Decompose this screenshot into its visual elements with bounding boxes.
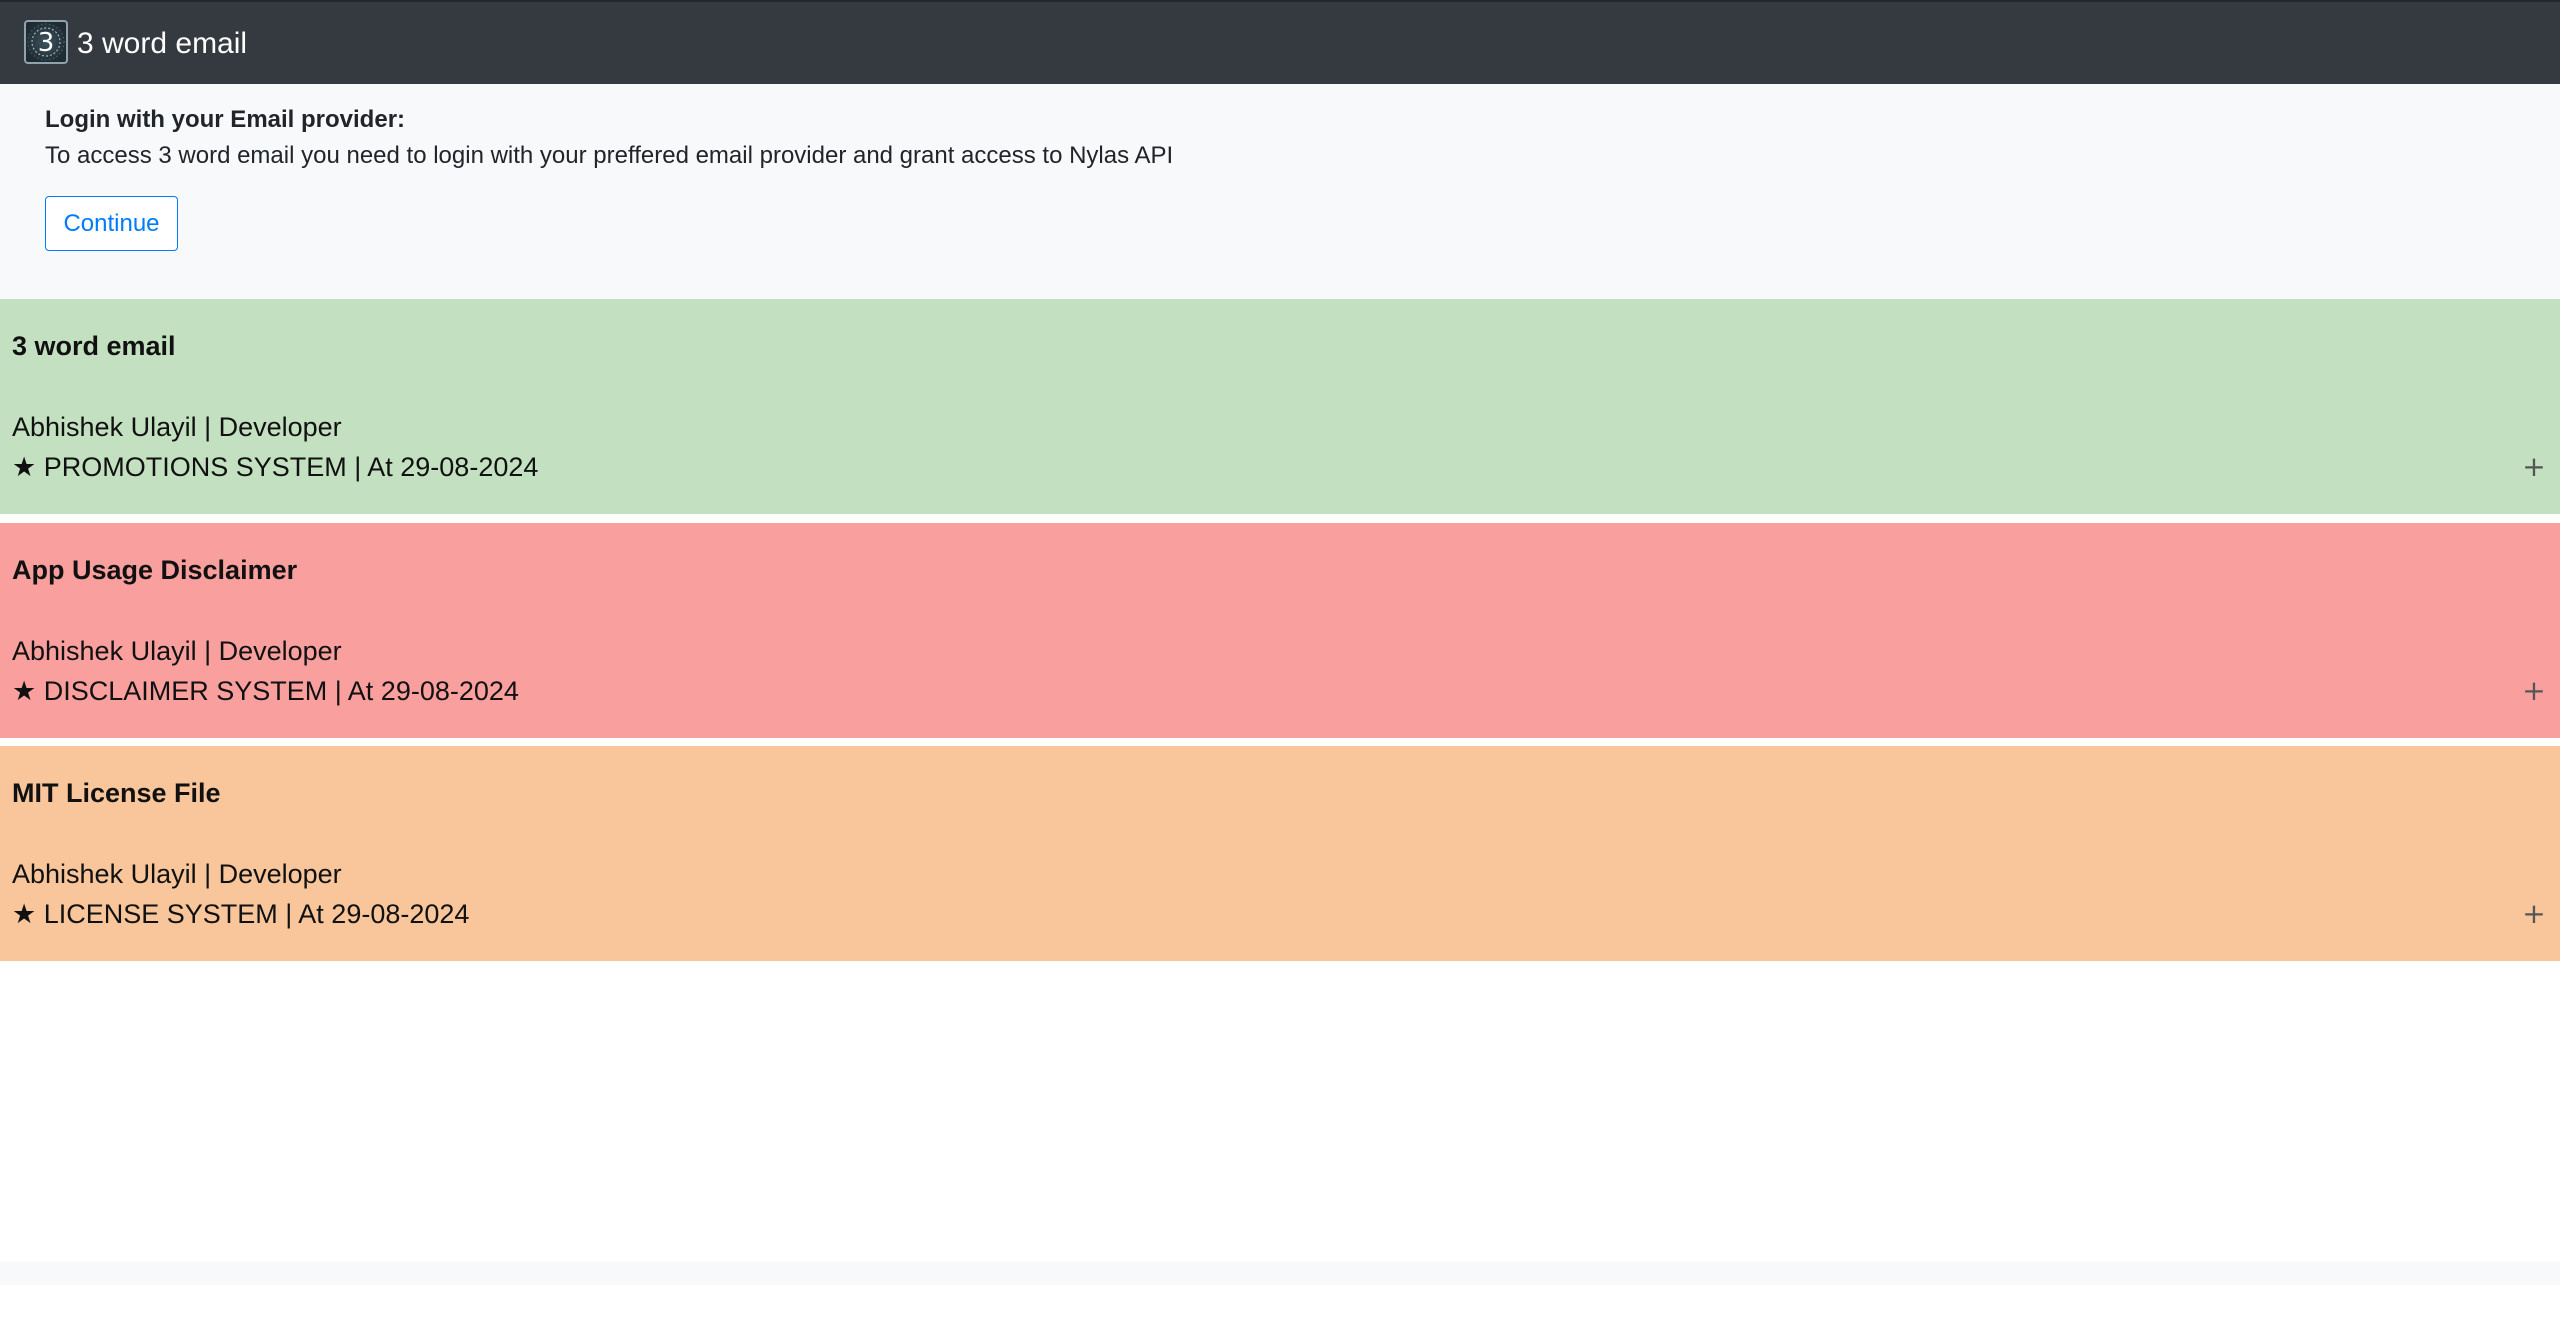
email-author: Abhishek Ulayil | Developer	[12, 859, 342, 889]
list-footer-strip	[0, 1262, 2560, 1285]
expand-plus-icon[interactable]: +	[2520, 677, 2548, 705]
email-meta: ★ LICENSE SYSTEM | At 29-08-2024	[12, 899, 470, 929]
email-card[interactable]: 3 word email Abhishek Ulayil | Developer…	[0, 299, 2560, 514]
email-title: 3 word email	[12, 331, 176, 361]
email-author: Abhishek Ulayil | Developer	[12, 636, 342, 666]
email-meta: ★ DISCLAIMER SYSTEM | At 29-08-2024	[12, 676, 519, 706]
expand-plus-icon[interactable]: +	[2520, 453, 2548, 481]
continue-button[interactable]: Continue	[45, 196, 178, 251]
navbar: 3 3 word email	[0, 0, 2560, 84]
email-card[interactable]: App Usage Disclaimer Abhishek Ulayil | D…	[0, 523, 2560, 738]
login-panel: Login with your Email provider: To acces…	[0, 84, 2560, 299]
login-heading: Login with your Email provider:	[45, 106, 406, 133]
app-title[interactable]: 3 word email	[77, 26, 247, 62]
email-title: App Usage Disclaimer	[12, 555, 298, 585]
email-list: 3 word email Abhishek Ulayil | Developer…	[0, 299, 2560, 1285]
login-description: To access 3 word email you need to login…	[45, 142, 1174, 169]
logo-glyph: 3	[38, 28, 55, 58]
email-card[interactable]: MIT License File Abhishek Ulayil | Devel…	[0, 746, 2560, 961]
email-title: MIT License File	[12, 778, 221, 808]
number-3-logo-icon[interactable]: 3	[24, 20, 68, 64]
expand-plus-icon[interactable]: +	[2520, 900, 2548, 928]
email-meta: ★ PROMOTIONS SYSTEM | At 29-08-2024	[12, 452, 539, 482]
email-author: Abhishek Ulayil | Developer	[12, 412, 342, 442]
